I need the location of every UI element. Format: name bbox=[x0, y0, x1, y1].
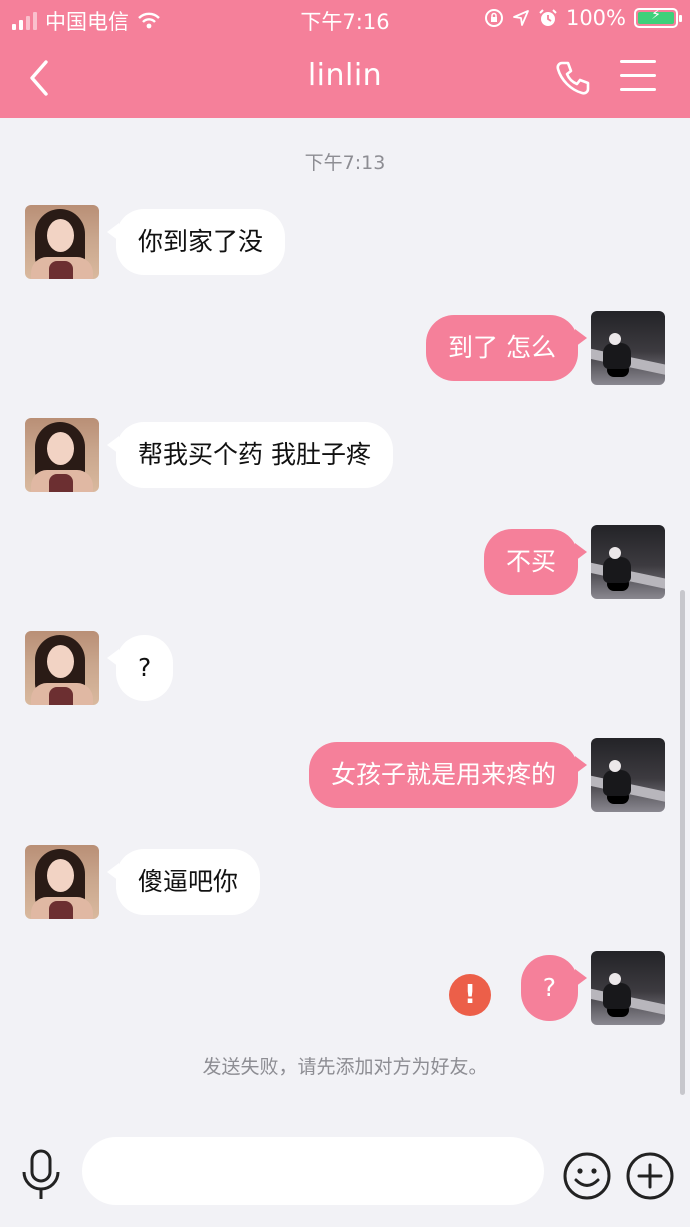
status-bar: 中国电信 下午7:16 100% ⚡ bbox=[0, 0, 690, 38]
message-row: 帮我买个药 我肚子疼 bbox=[0, 418, 690, 498]
outgoing-message[interactable]: ? bbox=[520, 955, 588, 1021]
outgoing-message[interactable]: 到了 怎么 bbox=[426, 315, 587, 381]
avatar[interactable] bbox=[591, 951, 665, 1025]
message-row: 傻逼吧你 bbox=[0, 845, 690, 925]
send-failed-notice: 发送失败，请先添加对方为好友。 bbox=[202, 1056, 488, 1078]
status-right-group: 100% ⚡ bbox=[484, 6, 682, 30]
avatar[interactable] bbox=[25, 205, 99, 279]
alarm-icon bbox=[539, 9, 557, 26]
scrollbar[interactable] bbox=[680, 590, 685, 1095]
hamburger-menu-icon[interactable] bbox=[618, 60, 658, 98]
battery-percent: 100% bbox=[565, 6, 626, 30]
chat-timestamp: 下午7:13 bbox=[304, 152, 386, 174]
avatar[interactable] bbox=[25, 418, 99, 492]
message-row: 不买 bbox=[0, 525, 690, 605]
incoming-message[interactable]: 傻逼吧你 bbox=[106, 849, 261, 915]
battery-icon: ⚡ bbox=[634, 7, 682, 28]
avatar[interactable] bbox=[25, 631, 99, 705]
avatar[interactable] bbox=[591, 525, 665, 599]
avatar[interactable] bbox=[591, 738, 665, 812]
message-input[interactable] bbox=[82, 1137, 544, 1205]
avatar[interactable] bbox=[25, 845, 99, 919]
phone-icon[interactable] bbox=[553, 58, 593, 98]
message-row: 到了 怎么 bbox=[0, 311, 690, 391]
emoji-icon[interactable] bbox=[562, 1151, 612, 1201]
plus-icon[interactable] bbox=[625, 1151, 675, 1201]
message-row: 女孩子就是用来疼的 bbox=[0, 738, 690, 818]
microphone-icon[interactable] bbox=[18, 1148, 64, 1202]
avatar[interactable] bbox=[591, 311, 665, 385]
outgoing-message[interactable]: 女孩子就是用来疼的 bbox=[308, 742, 588, 808]
message-row: ? bbox=[0, 631, 690, 711]
location-icon bbox=[513, 10, 529, 26]
lock-rotation-icon bbox=[484, 9, 503, 27]
incoming-message[interactable]: 帮我买个药 我肚子疼 bbox=[107, 422, 393, 488]
incoming-message[interactable]: 你到家了没 bbox=[106, 209, 286, 275]
app-header: 中国电信 下午7:16 100% ⚡ linlin bbox=[0, 0, 690, 118]
outgoing-message[interactable]: 不买 bbox=[483, 529, 588, 595]
send-failed-icon[interactable]: ! bbox=[449, 974, 491, 1016]
message-row: ? bbox=[0, 951, 690, 1031]
message-row: 你到家了没 bbox=[0, 205, 690, 285]
incoming-message[interactable]: ? bbox=[106, 635, 174, 701]
